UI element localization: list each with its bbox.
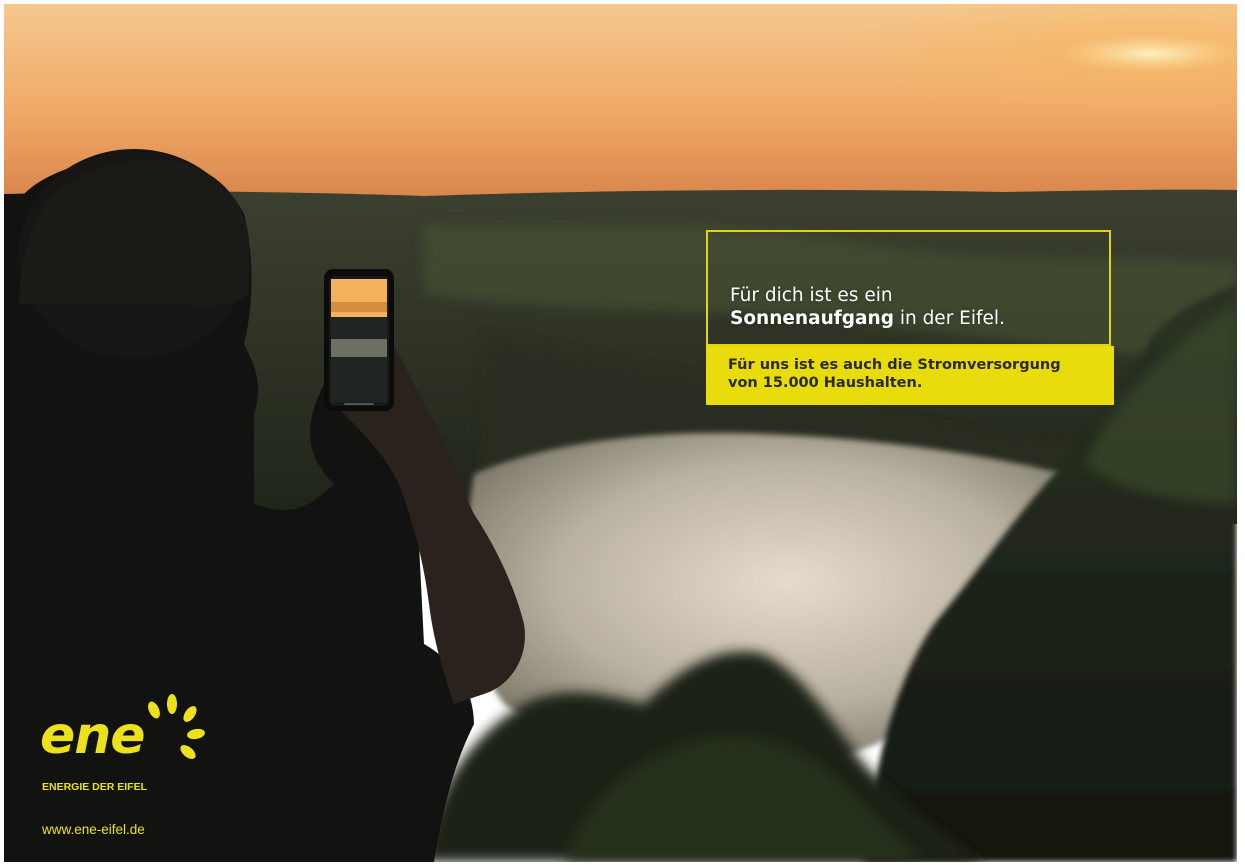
- headline-emphasis: Sonnenaufgang: [730, 308, 894, 329]
- sun-rays-icon: [148, 694, 205, 759]
- subline-line-1: Für uns ist es auch die Stromversorgung: [728, 357, 1061, 373]
- logo-tagline: ENERGIE DER EIFEL: [42, 781, 148, 793]
- headline-frame: Für dich ist es ein Sonnenaufgang in der…: [706, 230, 1111, 346]
- headline: Für dich ist es ein Sonnenaufgang in der…: [730, 284, 1005, 330]
- advertisement: Für dich ist es ein Sonnenaufgang in der…: [4, 4, 1237, 862]
- logo-wordmark: ene: [40, 706, 146, 766]
- headline-line-1: Für dich ist es ein: [730, 285, 893, 306]
- subline: Für uns ist es auch die Stromversorgung …: [728, 357, 1061, 392]
- website-url[interactable]: www.ene-eifel.de: [42, 822, 145, 837]
- headline-line-2-rest: in der Eifel.: [893, 308, 1005, 329]
- ene-logo: ene ENERGIE DER EIFEL: [40, 694, 210, 794]
- subline-banner: Für uns ist es auch die Stromversorgung …: [706, 346, 1114, 405]
- subline-line-2: von 15.000 Haushalten.: [728, 374, 923, 391]
- headline-line-2: Sonnenaufgang in der Eifel.: [730, 307, 1005, 330]
